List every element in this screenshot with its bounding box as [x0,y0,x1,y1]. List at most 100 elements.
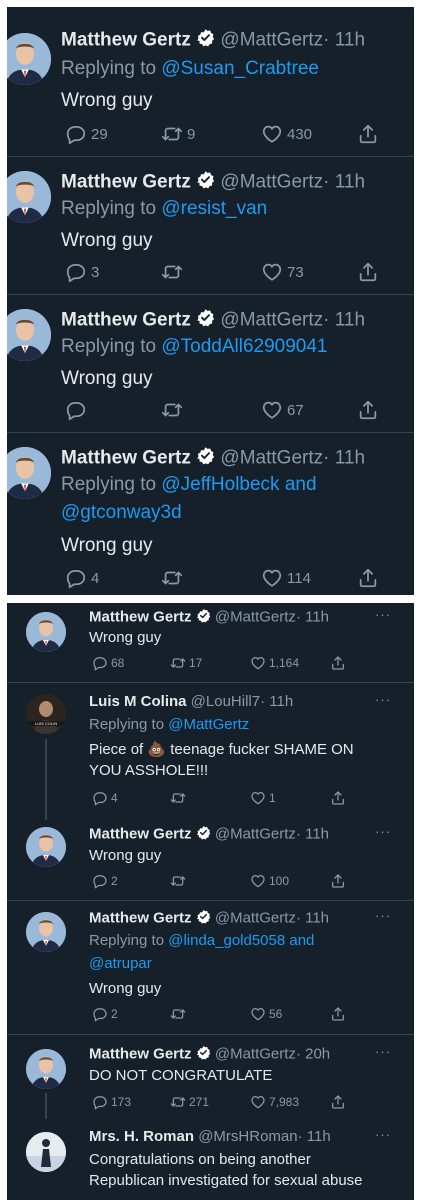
display-name[interactable]: Matthew Gertz [89,909,192,926]
timestamp[interactable]: · 20h [296,1045,330,1062]
reply-button[interactable]: 173 [89,1094,131,1110]
mention-link[interactable]: @atrupar [89,955,152,972]
retweet-button[interactable] [167,790,189,806]
avatar[interactable] [7,33,51,85]
display-name[interactable]: Luis M Colina [89,693,187,710]
handle[interactable]: @MattGertz [220,172,323,193]
retweet-button[interactable] [157,567,187,589]
handle[interactable]: @MattGertz [215,909,296,926]
tweet[interactable]: Matthew Gertz @MattGertz· 11h ··· Wrong … [7,603,414,682]
mention-link[interactable]: @linda_gold5058 and [168,932,314,949]
like-button[interactable]: 1,164 [247,655,299,671]
share-button[interactable] [327,1006,346,1022]
timestamp[interactable]: · 11h [323,310,365,331]
timestamp[interactable]: · 11h [296,825,329,842]
handle[interactable]: @MattGertz [220,448,323,469]
tweet[interactable]: Matthew Gertz @MattGertz· 11h Replying t… [7,295,414,432]
more-options-icon[interactable]: ··· [375,692,391,707]
retweet-button[interactable]: 9 [157,123,195,145]
avatar[interactable]: LUIS COLIN [26,694,66,734]
handle[interactable]: @MattGertz [220,310,323,331]
avatar[interactable] [7,309,51,361]
reply-button[interactable]: 4 [89,790,118,806]
more-options-icon[interactable]: ··· [375,824,391,839]
share-button[interactable] [353,123,379,145]
more-options-icon[interactable]: ··· [375,1127,391,1142]
handle[interactable]: @MrsHRoman [198,1128,297,1145]
more-options-icon[interactable]: ··· [375,607,391,622]
tweet[interactable]: Matthew Gertz @MattGertz· 20h ··· DO NOT… [7,1035,414,1119]
reply-button[interactable]: 29 [61,123,108,145]
tweet[interactable]: Matthew Gertz @MattGertz· 11h Replying t… [7,433,414,595]
share-button[interactable] [327,790,346,806]
mention-link[interactable]: @ToddAll62909041 [161,336,327,357]
like-button[interactable]: 67 [257,399,304,421]
more-options-icon[interactable]: ··· [375,1044,391,1059]
tweet[interactable]: Matthew Gertz @MattGertz· 11h Replying t… [7,157,414,294]
reply-button[interactable]: 4 [61,567,99,589]
handle[interactable]: @MattGertz [220,30,323,51]
display-name[interactable]: Matthew Gertz [89,608,192,625]
share-button[interactable] [353,399,379,421]
avatar[interactable] [26,912,66,952]
share-button[interactable] [327,655,346,671]
like-button[interactable]: 100 [247,873,289,889]
mention-link[interactable]: @resist_van [161,198,267,219]
reply-button[interactable] [61,399,91,421]
retweet-button[interactable] [167,873,189,889]
like-button[interactable]: 7,983 [247,1094,299,1110]
like-button[interactable]: 430 [257,123,312,145]
like-button[interactable]: 56 [247,1006,282,1022]
tweet[interactable]: Matthew Gertz @MattGertz· 11h Replying t… [7,7,414,156]
handle[interactable]: @MattGertz [215,825,296,842]
retweet-button[interactable] [167,1006,189,1022]
mention-link[interactable]: @MattGertz [168,716,249,733]
display-name[interactable]: Matthew Gertz [89,825,192,842]
mention-link[interactable]: @gtconway3d [61,502,182,523]
timestamp[interactable]: · 11h [323,30,365,51]
retweet-button[interactable] [157,261,187,283]
reply-button[interactable]: 2 [89,1006,118,1022]
timestamp[interactable]: · 11h [298,1128,331,1145]
tweet[interactable]: LUIS COLIN Luis M Colina @LouHill7· 11h … [7,683,414,820]
handle[interactable]: @LouHill7 [191,693,260,710]
share-button[interactable] [327,873,346,889]
avatar[interactable] [26,612,66,652]
display-name[interactable]: Mrs. H. Roman [89,1128,194,1145]
mention-link[interactable]: @Susan_Crabtree [161,58,319,79]
share-button[interactable] [353,261,379,283]
avatar[interactable] [26,1049,66,1089]
like-button[interactable]: 114 [257,567,311,589]
retweet-button[interactable]: 17 [167,655,202,671]
timestamp[interactable]: · 11h [323,448,365,469]
share-button[interactable] [353,567,379,589]
timestamp[interactable]: · 11h [260,693,293,710]
handle[interactable]: @MattGertz [215,1045,296,1062]
handle[interactable]: @MattGertz [215,608,296,625]
display-name[interactable]: Matthew Gertz [61,310,191,331]
reply-button[interactable]: 2 [89,873,118,889]
timestamp[interactable]: · 11h [323,172,365,193]
retweet-button[interactable]: 271 [167,1094,209,1110]
like-button[interactable]: 1 [247,790,276,806]
display-name[interactable]: Matthew Gertz [89,1045,192,1062]
avatar[interactable] [26,827,66,867]
tweet[interactable]: Matthew Gertz @MattGertz· 11h ··· Replyi… [7,901,414,1034]
mention-link[interactable]: @JeffHolbeck and [161,474,316,495]
more-options-icon[interactable]: ··· [375,908,391,923]
timestamp[interactable]: · 11h [296,608,329,625]
avatar[interactable] [7,447,51,499]
avatar[interactable] [26,1132,66,1172]
display-name[interactable]: Matthew Gertz [61,30,191,51]
reply-button[interactable]: 68 [89,655,124,671]
share-button[interactable] [327,1094,346,1110]
timestamp[interactable]: · 11h [296,909,329,926]
reply-button[interactable]: 3 [61,261,99,283]
retweet-button[interactable] [157,399,187,421]
like-button[interactable]: 73 [257,261,304,283]
display-name[interactable]: Matthew Gertz [61,172,191,193]
display-name[interactable]: Matthew Gertz [61,448,191,469]
tweet[interactable]: Matthew Gertz @MattGertz· 11h ··· Wrong … [7,820,414,900]
avatar[interactable] [7,171,51,223]
tweet[interactable]: Mrs. H. Roman @MrsHRoman· 11h ··· Congra… [7,1119,414,1200]
